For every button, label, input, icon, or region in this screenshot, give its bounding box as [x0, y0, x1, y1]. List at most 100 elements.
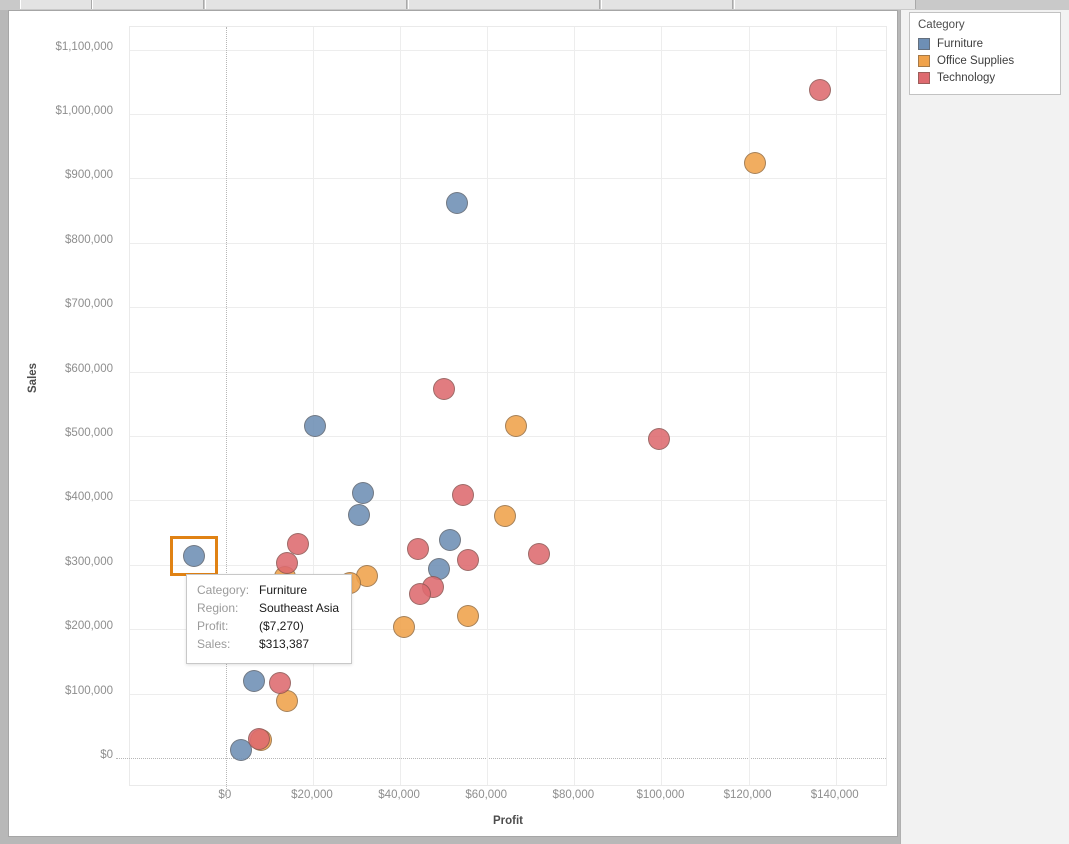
- y-zero-line: [116, 758, 886, 759]
- legend-swatch-icon: [918, 72, 930, 84]
- legend-item-furniture[interactable]: Furniture: [918, 35, 1052, 52]
- y-axis-tick-label: $900,000: [65, 169, 113, 181]
- toolbar-segment: [408, 0, 600, 9]
- x-axis-ticks: $0 $20,000 $40,000 $60,000 $80,000 $100,000 $1…: [129, 789, 889, 813]
- worksheet-panel: $0 $100,000 $200,000 $300,000 $400,000 $500,0…: [8, 10, 898, 837]
- x-axis-tick-label: $80,000: [553, 789, 595, 801]
- category-legend: Category Furniture Office Supplies Technol…: [909, 12, 1061, 95]
- legend-swatch-icon: [918, 55, 930, 67]
- gridline-horizontal: [130, 178, 886, 179]
- gridline-vertical: [749, 27, 750, 785]
- scatter-mark[interactable]: [393, 616, 415, 638]
- scatter-mark[interactable]: [243, 670, 265, 692]
- scatter-mark[interactable]: [409, 583, 431, 605]
- x-axis-tick-label: $20,000: [291, 789, 333, 801]
- tooltip-row: Sales:$313,387: [197, 637, 339, 655]
- y-axis-title: Sales: [27, 363, 39, 393]
- gridline-vertical: [487, 27, 488, 785]
- y-axis-tick-label: $400,000: [65, 491, 113, 503]
- tooltip-value: ($7,270): [259, 619, 304, 633]
- tooltip-value: Southeast Asia: [259, 601, 339, 615]
- scatter-mark[interactable]: [348, 504, 370, 526]
- gridline-horizontal: [130, 50, 886, 51]
- toolbar-segment: [205, 0, 407, 9]
- tableau-viz-window: Category Furniture Office Supplies Technol…: [0, 0, 1069, 844]
- y-axis-tick-label: $300,000: [65, 556, 113, 568]
- gridline-horizontal: [130, 307, 886, 308]
- scatter-mark[interactable]: [744, 152, 766, 174]
- toolbar-segment: [734, 0, 916, 9]
- legend-item-label: Office Supplies: [937, 55, 1014, 67]
- legend-swatch-icon: [918, 38, 930, 50]
- gridline-horizontal: [130, 565, 886, 566]
- tooltip-row-list: Category:FurnitureRegion:Southeast AsiaP…: [197, 583, 339, 655]
- scatter-mark[interactable]: [304, 415, 326, 437]
- x-axis-tick-label: $100,000: [636, 789, 684, 801]
- scatter-mark[interactable]: [433, 378, 455, 400]
- gridline-vertical: [836, 27, 837, 785]
- gridline-horizontal: [130, 500, 886, 501]
- scatter-mark[interactable]: [248, 728, 270, 750]
- tooltip-row: Profit:($7,270): [197, 619, 339, 637]
- tooltip-key: Region:: [197, 601, 259, 615]
- scatter-mark[interactable]: [452, 484, 474, 506]
- y-axis-tick-label: $100,000: [65, 685, 113, 697]
- scatter-mark[interactable]: [528, 543, 550, 565]
- tooltip-key: Sales:: [197, 637, 259, 651]
- scatter-mark[interactable]: [457, 605, 479, 627]
- gridline-vertical: [400, 27, 401, 785]
- gridline-horizontal: [130, 436, 886, 437]
- x-axis-tick-label: $140,000: [811, 789, 859, 801]
- x-axis-tick-label: $60,000: [465, 789, 507, 801]
- legend-item-label: Technology: [937, 72, 995, 84]
- y-axis-tick-label: $1,100,000: [55, 41, 113, 53]
- mark-tooltip: Category:FurnitureRegion:Southeast AsiaP…: [186, 574, 352, 664]
- toolbar-segment: [92, 0, 204, 9]
- scatter-mark[interactable]: [276, 552, 298, 574]
- y-axis-tick-label: $500,000: [65, 427, 113, 439]
- legend-item-office-supplies[interactable]: Office Supplies: [918, 52, 1052, 69]
- legend-sidebar: Category Furniture Office Supplies Technol…: [900, 10, 1069, 844]
- y-axis-tick-label: $0: [100, 749, 113, 761]
- y-axis-tick-label: $800,000: [65, 234, 113, 246]
- scatter-mark[interactable]: [446, 192, 468, 214]
- y-axis-tick-label: $1,000,000: [55, 105, 113, 117]
- gridline-horizontal: [130, 694, 886, 695]
- legend-title: Category: [918, 19, 1052, 31]
- toolbar-segment: [20, 0, 92, 9]
- x-axis-tick-label: $40,000: [378, 789, 420, 801]
- window-top-chrome: [0, 0, 1069, 10]
- y-axis-tick-label: $700,000: [65, 298, 113, 310]
- x-axis-tick-label: $0: [218, 789, 231, 801]
- scatter-mark[interactable]: [287, 533, 309, 555]
- toolbar-segment: [601, 0, 733, 9]
- gridline-horizontal: [130, 114, 886, 115]
- scatter-mark[interactable]: [494, 505, 516, 527]
- scatter-mark[interactable]: [407, 538, 429, 560]
- tooltip-value: $313,387: [259, 637, 309, 651]
- x-axis-title: Profit: [129, 815, 887, 827]
- scatter-mark[interactable]: [648, 428, 670, 450]
- scatter-mark[interactable]: [505, 415, 527, 437]
- scatter-mark[interactable]: [439, 529, 461, 551]
- tooltip-key: Category:: [197, 583, 259, 597]
- tooltip-key: Profit:: [197, 619, 259, 633]
- legend-item-list: Furniture Office Supplies Technology: [918, 35, 1052, 86]
- scatter-mark[interactable]: [809, 79, 831, 101]
- x-zero-line: [226, 27, 227, 799]
- x-axis-tick-label: $120,000: [724, 789, 772, 801]
- scatter-mark[interactable]: [457, 549, 479, 571]
- gridline-horizontal: [130, 243, 886, 244]
- tooltip-row: Category:Furniture: [197, 583, 339, 601]
- gridline-vertical: [661, 27, 662, 785]
- gridline-vertical: [313, 27, 314, 785]
- y-axis-ticks: $0 $100,000 $200,000 $300,000 $400,000 $500,0…: [9, 26, 123, 786]
- tooltip-value: Furniture: [259, 583, 307, 597]
- tooltip-row: Region:Southeast Asia: [197, 601, 339, 619]
- y-axis-tick-label: $600,000: [65, 363, 113, 375]
- scatter-plot-area[interactable]: [129, 26, 887, 786]
- gridline-horizontal: [130, 372, 886, 373]
- y-axis-tick-label: $200,000: [65, 620, 113, 632]
- legend-item-label: Furniture: [937, 38, 983, 50]
- legend-item-technology[interactable]: Technology: [918, 69, 1052, 86]
